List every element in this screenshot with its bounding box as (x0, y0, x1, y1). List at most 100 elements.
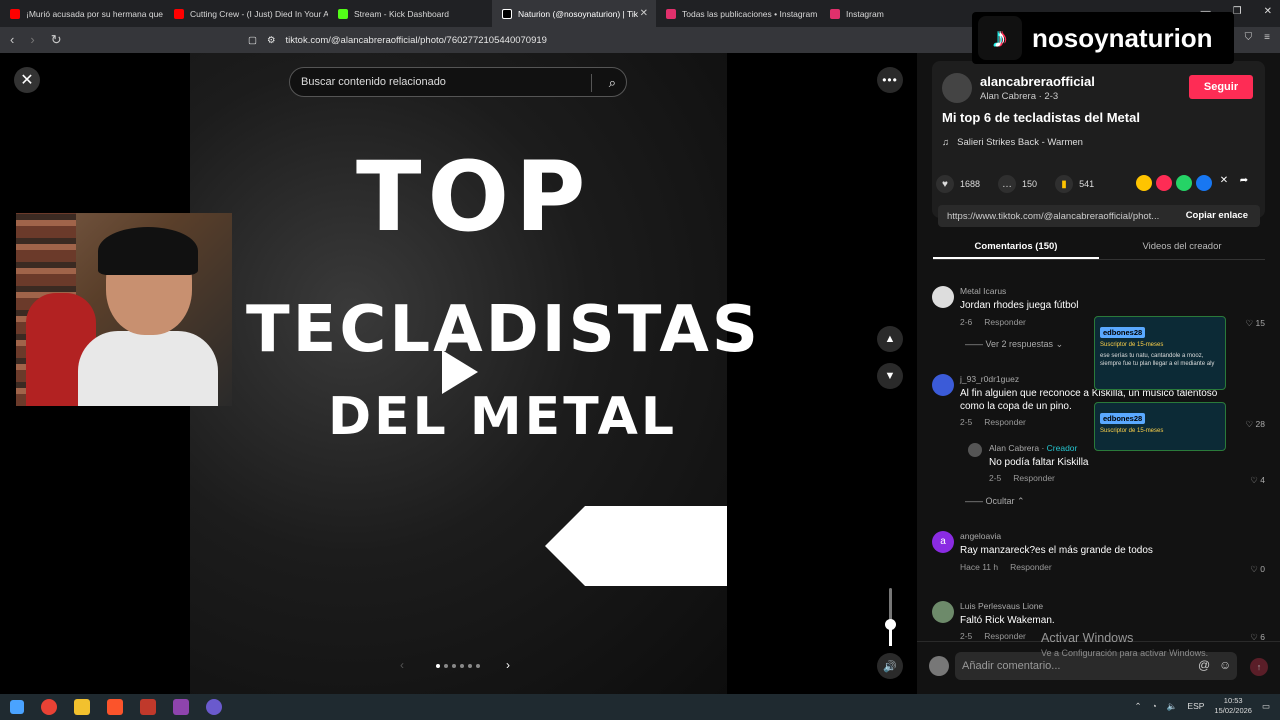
play-icon[interactable] (442, 350, 478, 394)
avatar[interactable] (932, 601, 954, 623)
comment-text: Faltó Rick Wakeman. (960, 615, 1055, 626)
carousel-next-icon[interactable]: › (506, 658, 510, 672)
tab-0[interactable]: ¡Murió acusada por su hermana que (0, 0, 164, 27)
search-icon[interactable]: ⌕ (609, 75, 616, 91)
file-explorer-icon[interactable] (74, 699, 90, 715)
system-tray: ⌃ ◔ 🔈 ESP 10:53 15/02/2026 ▭ (1135, 696, 1270, 716)
reply-button[interactable]: Responder (984, 417, 1026, 427)
reply-button[interactable]: Responder (984, 317, 1026, 327)
avatar[interactable] (932, 374, 954, 396)
subscriber-message: ese serías tu natu, cantandole a mooz, s… (1100, 353, 1215, 367)
subscriber-name: edbones28 (1100, 413, 1146, 424)
clock[interactable]: 10:53 15/02/2026 (1214, 696, 1252, 716)
view-replies-button[interactable]: —— Ver 2 respuestas ⌄ (965, 339, 1063, 350)
obs-icon[interactable] (173, 699, 189, 715)
close-tab-icon[interactable]: ✕ (640, 8, 648, 19)
avatar[interactable]: a (932, 531, 954, 553)
next-post-button[interactable]: ▼ (877, 363, 903, 389)
shield-icon[interactable]: ⛉ (1245, 32, 1253, 43)
post-link-field[interactable]: https://www.tiktok.com/@alancabreraoffic… (938, 205, 1260, 227)
app-icon[interactable] (140, 699, 156, 715)
close-viewer-button[interactable]: ✕ (14, 67, 40, 93)
hide-replies-button[interactable]: —— Ocultar ⌃ (965, 496, 1025, 507)
comment-like[interactable]: ♡ 6 (1250, 632, 1265, 641)
forward-icon[interactable]: › (30, 32, 34, 48)
menu-icon[interactable]: ≡ (1264, 32, 1270, 43)
network-icon[interactable]: ◔ (1152, 701, 1157, 711)
reply-button[interactable]: Responder (1013, 473, 1055, 483)
share-arrow-icon[interactable]: ➦ (1236, 175, 1252, 191)
tab-creator-videos[interactable]: Videos del creador (1099, 236, 1265, 259)
avatar[interactable] (942, 73, 972, 103)
close-window-icon[interactable]: ✕ (1264, 6, 1272, 17)
windows-start-icon[interactable] (10, 700, 24, 714)
bookmark-icon[interactable]: ▮ (1055, 175, 1074, 193)
tab-comments[interactable]: Comentarios (150) (933, 236, 1099, 259)
x-icon[interactable]: ✕ (1216, 175, 1232, 191)
whatsapp-icon[interactable] (1176, 175, 1192, 191)
comment-like[interactable]: ♡ 15 (1246, 318, 1265, 329)
tab-3[interactable]: Naturion (@nosoynaturion) | Tik ✕ (492, 0, 656, 27)
comment-date: 2-5 (989, 473, 1002, 483)
language-indicator[interactable]: ESP (1187, 701, 1204, 711)
previous-post-button[interactable]: ▲ (877, 326, 903, 352)
comment-like[interactable]: ♡ 4 (1250, 475, 1265, 486)
comment-username[interactable]: Metal Icarus (960, 286, 1006, 296)
comment-like[interactable]: ♡ 0 (1250, 564, 1265, 575)
reply-username[interactable]: Alan Cabrera (989, 443, 1039, 453)
comment-icon[interactable]: … (998, 175, 1017, 193)
avatar[interactable] (932, 286, 954, 308)
stream-brand-overlay: ♪ nosoynaturion (972, 12, 1234, 64)
send-button[interactable]: ↑ (1250, 658, 1268, 676)
volume-icon[interactable]: 🔈 (1167, 701, 1178, 712)
related-search-input[interactable]: Buscar contenido relacionado ⌕ (289, 67, 627, 97)
follow-button[interactable]: Seguir (1189, 75, 1253, 99)
creator-tag: Creador (1046, 443, 1078, 453)
carousel-dot[interactable] (452, 664, 456, 668)
clock-time: 10:53 (1223, 696, 1243, 705)
mention-icon[interactable]: @ (1198, 658, 1210, 672)
chrome-icon[interactable] (41, 699, 57, 715)
emoji-icon[interactable]: ☺ (1219, 658, 1231, 672)
site-info-icon[interactable]: ⚙ (267, 35, 276, 46)
volume-knob[interactable] (885, 619, 896, 630)
tab-1[interactable]: Cutting Crew - (I Just) Died In Your A (164, 0, 328, 27)
music-row[interactable]: ♫ Salieri Strikes Back - Warmen (942, 137, 1083, 148)
facebook-icon[interactable] (1196, 175, 1212, 191)
carousel-dot[interactable] (476, 664, 480, 668)
carousel-dot[interactable] (436, 664, 440, 668)
reply-button[interactable]: Responder (1010, 562, 1052, 572)
heart-icon[interactable]: ♥ (936, 175, 954, 193)
copy-link-button[interactable]: Copiar enlace (1186, 210, 1248, 221)
bookmark-icon[interactable]: ▢ (248, 35, 257, 46)
address-field[interactable]: ▢ ⚙ tiktok.com/@alancabreraofficial/phot… (248, 31, 968, 49)
reply-button[interactable]: Responder (984, 631, 1026, 641)
back-icon[interactable]: ‹ (10, 32, 14, 48)
comment-username[interactable]: angeloavia (960, 531, 1001, 541)
carousel-dot[interactable] (444, 664, 448, 668)
comment-like[interactable]: ♡ 28 (1246, 419, 1265, 430)
photo-slide[interactable]: TOP TECLADISTAS DEL METAL (190, 53, 758, 694)
subscriber-name: edbones28 (1100, 327, 1146, 338)
comment-like-count: 15 (1255, 318, 1265, 328)
notifications-icon[interactable]: ▭ (1262, 701, 1270, 712)
tab-5[interactable]: Instagram (820, 0, 984, 27)
tab-4[interactable]: Todas las publicaciones • Instagram (656, 0, 820, 27)
comment-username[interactable]: j_93_r0dr1guez (960, 374, 1019, 384)
volume-button[interactable]: 🔊 (877, 653, 903, 679)
author-username[interactable]: alancabreraofficial (980, 74, 1095, 89)
send-share-icon[interactable] (1156, 175, 1172, 191)
avatar[interactable] (968, 443, 982, 457)
reload-icon[interactable]: ↻ (51, 32, 62, 48)
panel-tabs: Comentarios (150) Videos del creador (933, 236, 1265, 260)
carousel-dot[interactable] (460, 664, 464, 668)
app-icon[interactable] (206, 699, 222, 715)
tab-2[interactable]: Stream - Kick Dashboard (328, 0, 492, 27)
brave-icon[interactable] (107, 699, 123, 715)
carousel-prev-icon[interactable]: ‹ (400, 658, 404, 672)
more-options-button[interactable]: ••• (877, 67, 903, 93)
carousel-dot[interactable] (468, 664, 472, 668)
embed-share-icon[interactable] (1136, 175, 1152, 191)
chevron-up-icon[interactable]: ⌃ (1135, 701, 1142, 712)
comment-username[interactable]: Luis Perlesvaus Lione (960, 601, 1043, 611)
